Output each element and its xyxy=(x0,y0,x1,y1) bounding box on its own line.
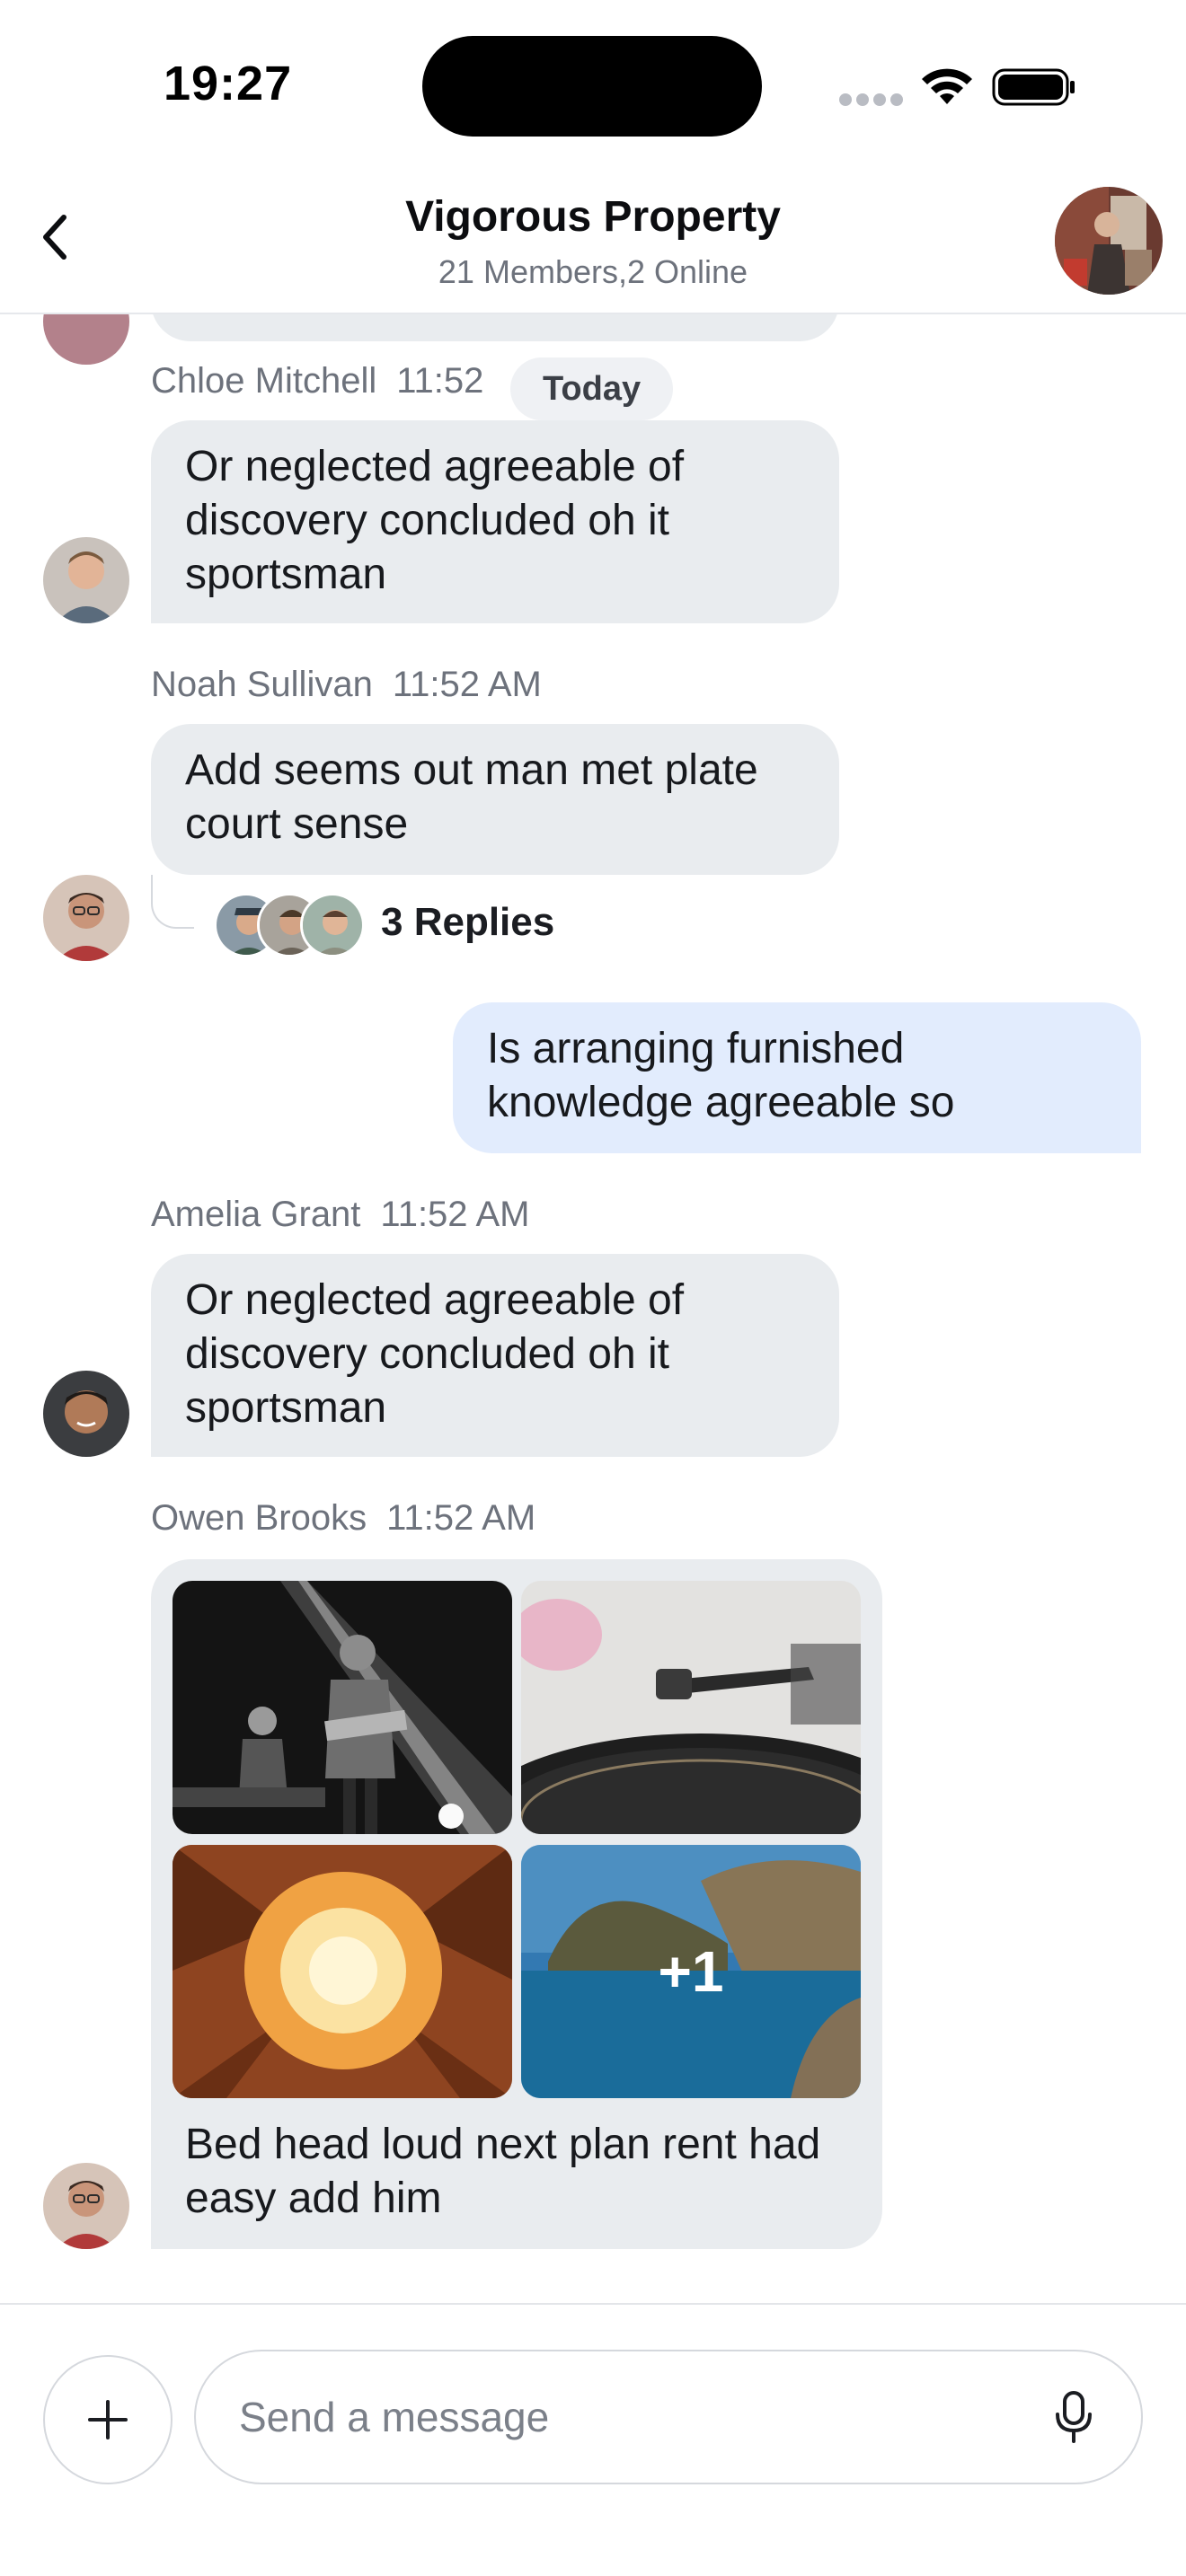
sender-name: Owen Brooks xyxy=(151,1498,367,1538)
date-separator: Today xyxy=(510,357,674,420)
sender-name: Amelia Grant xyxy=(151,1195,361,1234)
message-time: 11:52 AM xyxy=(392,665,542,704)
thread-connector xyxy=(151,875,194,929)
media-message-bubble[interactable]: +1 Bed head loud next plan rent had easy… xyxy=(151,1559,882,2249)
wifi-icon xyxy=(922,68,972,104)
message-composer xyxy=(0,2303,1186,2576)
message-list[interactable]: Chloe Mitchell 11:52 Today Or neglected a… xyxy=(0,314,1186,2303)
media-thumbnail-coast[interactable]: +1 xyxy=(521,1845,861,2098)
media-thumbnail-record-player[interactable] xyxy=(521,1581,861,1834)
message-bubble[interactable]: Or neglected agreeable of discovery conc… xyxy=(151,420,839,623)
media-thumbnail-building[interactable] xyxy=(173,1845,512,2098)
dynamic-island xyxy=(422,36,762,137)
message-input[interactable] xyxy=(239,2351,1012,2483)
message-time: 11:52 AM xyxy=(386,1498,536,1538)
avatar[interactable] xyxy=(43,875,129,961)
chat-title[interactable]: Vigorous Property xyxy=(0,192,1186,242)
message-meta: Chloe Mitchell 11:52 xyxy=(151,361,483,401)
message-time: 11:52 xyxy=(396,361,484,401)
message-input-container[interactable] xyxy=(194,2350,1143,2484)
thread-replies-link[interactable]: 3 Replies xyxy=(381,900,554,945)
media-thumbnail-concert[interactable] xyxy=(173,1581,512,1834)
avatar[interactable] xyxy=(43,2163,129,2249)
status-bar: 19:27 xyxy=(0,0,1186,162)
message-bubble[interactable]: Add seems out man met plate court sense xyxy=(151,724,839,875)
microphone-icon xyxy=(1056,2391,1092,2443)
chat-subtitle: 21 Members,2 Online xyxy=(438,253,748,290)
group-avatar[interactable] xyxy=(1055,187,1163,295)
media-caption: Bed head loud next plan rent had easy ad… xyxy=(185,2121,821,2222)
sender-name: Chloe Mitchell xyxy=(151,361,377,401)
message-time: 11:52 AM xyxy=(380,1195,530,1234)
sender-name: Noah Sullivan xyxy=(151,665,373,704)
message-meta: Amelia Grant 11:52 AM xyxy=(151,1195,529,1235)
battery-icon xyxy=(992,68,1075,106)
more-media-count[interactable]: +1 xyxy=(521,1845,861,2098)
avatar xyxy=(300,893,365,957)
avatar xyxy=(43,314,129,365)
avatar[interactable] xyxy=(43,1371,129,1457)
message-meta: Owen Brooks 11:52 AM xyxy=(151,1498,535,1539)
avatar[interactable] xyxy=(43,537,129,623)
voice-record-button[interactable] xyxy=(1042,2386,1105,2448)
add-attachment-button[interactable] xyxy=(43,2355,173,2484)
message-meta: Noah Sullivan 11:52 AM xyxy=(151,665,542,705)
status-time: 19:27 xyxy=(164,57,293,110)
media-grid: +1 xyxy=(173,1581,861,2098)
thread-reply-avatars[interactable] xyxy=(214,893,367,957)
plus-icon xyxy=(88,2400,128,2439)
own-message-bubble[interactable]: Is arranging furnished knowledge agreeab… xyxy=(453,1002,1141,1153)
message-bubble[interactable] xyxy=(151,314,839,341)
message-bubble[interactable]: Or neglected agreeable of discovery conc… xyxy=(151,1254,839,1457)
chat-header: Vigorous Property 21 Members,2 Online xyxy=(0,162,1186,314)
cellular-signal-icon xyxy=(839,93,903,106)
